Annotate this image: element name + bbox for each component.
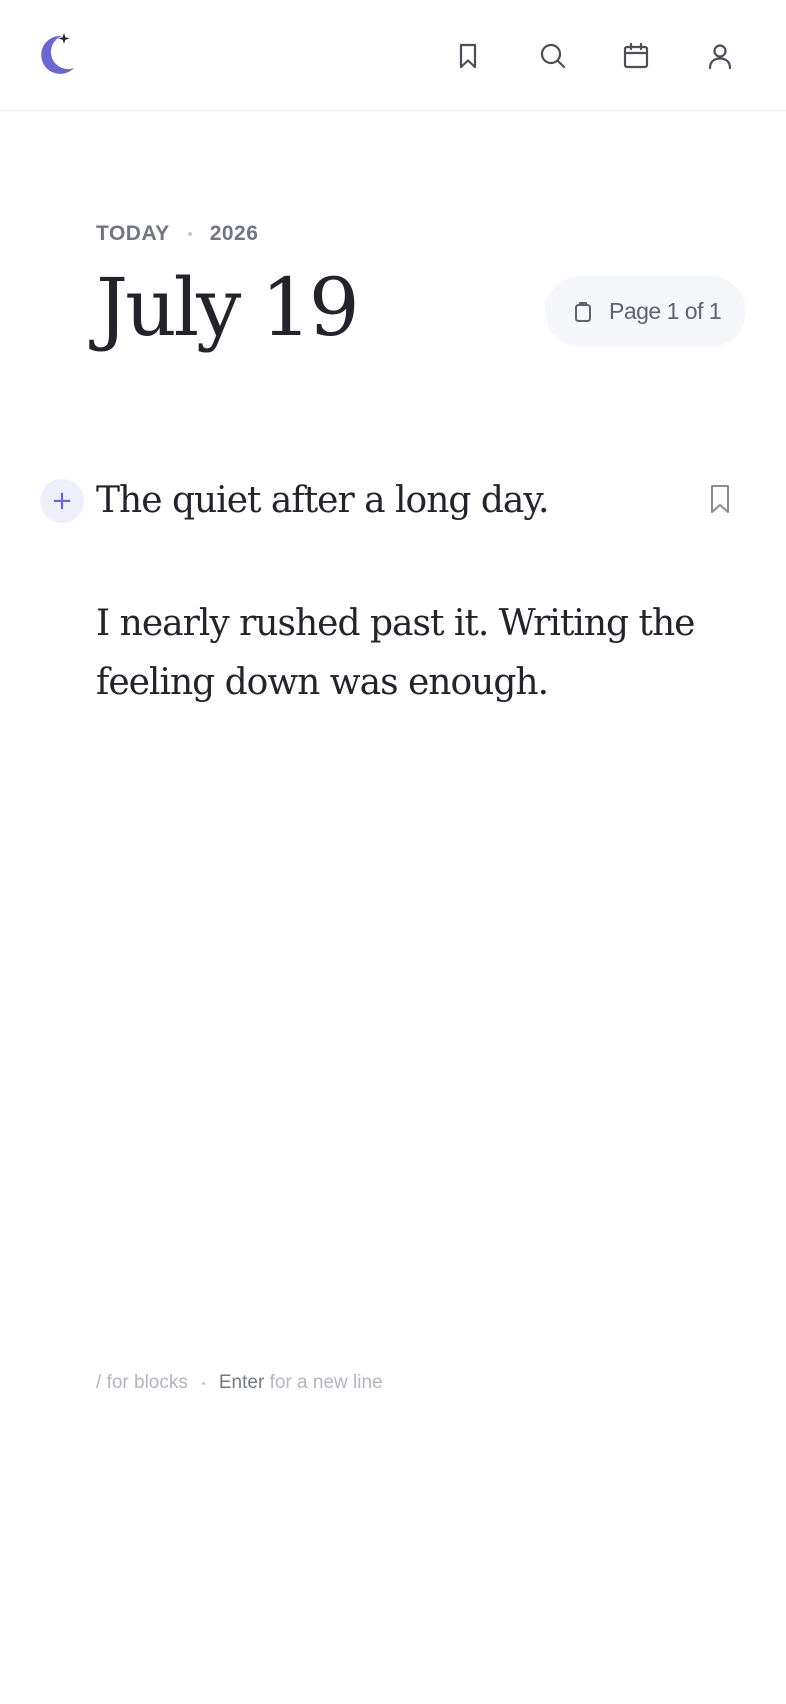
year-label: 2026 (209, 222, 259, 245)
bookmark-line-icon[interactable] (707, 483, 733, 515)
top-bar (0, 0, 786, 111)
user-icon[interactable] (698, 34, 742, 78)
bookmark-icon[interactable] (446, 34, 490, 78)
page-title: July 19 (96, 261, 360, 354)
hint-slash-key: / (96, 1372, 102, 1393)
hint-slash-text: for blocks (106, 1372, 188, 1393)
hint-enter-key: Enter (218, 1372, 265, 1393)
hint-separator (201, 1381, 205, 1385)
plus-icon: + (51, 486, 73, 516)
entry-meta: TODAY 2026 (96, 222, 258, 246)
meta-separator (187, 232, 192, 236)
entry-body[interactable]: I nearly rushed past it. Writing the fee… (96, 594, 696, 712)
page-indicator-label: Page 1 of 1 (609, 298, 722, 324)
hint-enter-text: for a new line (269, 1372, 383, 1393)
day-label: TODAY (96, 222, 170, 245)
search-icon[interactable] (531, 34, 575, 78)
crescent-moon-logo-icon[interactable] (32, 30, 82, 80)
entry-heading[interactable]: The quiet after a long day. (96, 480, 549, 521)
add-block-button[interactable]: + (40, 479, 84, 523)
calendar-icon[interactable] (614, 34, 658, 78)
page-indicator-button[interactable]: Page 1 of 1 (545, 276, 746, 347)
page-icon (571, 300, 595, 324)
editor-hint: / for blocks Enter for a new line (96, 1372, 383, 1394)
